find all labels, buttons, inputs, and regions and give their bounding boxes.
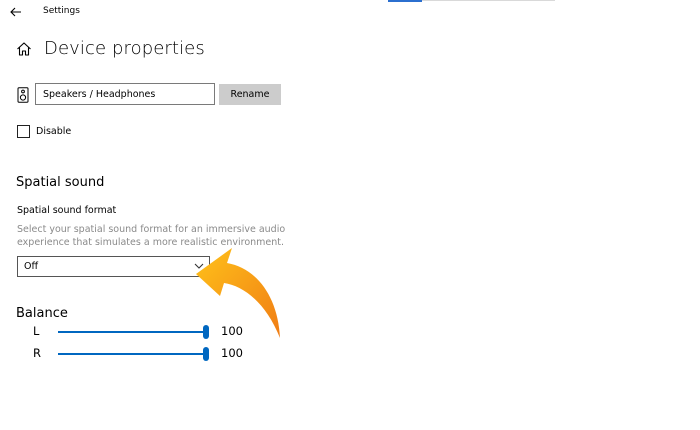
left-channel-label: L bbox=[33, 324, 40, 338]
back-arrow-icon bbox=[10, 7, 21, 17]
left-balance-slider-track[interactable] bbox=[58, 331, 206, 333]
left-channel-value: 100 bbox=[221, 324, 243, 338]
spatial-format-dropdown[interactable]: Off bbox=[17, 256, 210, 277]
rename-button[interactable]: Rename bbox=[219, 84, 281, 105]
disable-checkbox[interactable] bbox=[17, 125, 30, 138]
left-balance-slider-thumb[interactable] bbox=[203, 325, 209, 339]
speaker-icon bbox=[17, 87, 29, 103]
device-name-input[interactable] bbox=[35, 83, 215, 105]
balance-heading: Balance bbox=[16, 306, 68, 321]
disable-label: Disable bbox=[36, 126, 72, 137]
home-icon[interactable] bbox=[15, 40, 33, 58]
spatial-format-label: Spatial sound format bbox=[17, 205, 117, 216]
dropdown-selected-value: Off bbox=[24, 261, 39, 272]
back-button[interactable] bbox=[6, 2, 26, 22]
spatial-format-description: Select your spatial sound format for an … bbox=[17, 224, 286, 248]
right-balance-slider-thumb[interactable] bbox=[203, 347, 209, 361]
top-divider bbox=[422, 0, 555, 1]
page-title: Device properties bbox=[44, 38, 205, 59]
top-accent-bar bbox=[388, 0, 422, 2]
right-channel-label: R bbox=[33, 346, 41, 360]
window-title: Settings bbox=[43, 6, 80, 16]
right-channel-value: 100 bbox=[221, 346, 243, 360]
spatial-sound-heading: Spatial sound bbox=[16, 175, 105, 190]
right-balance-slider-track[interactable] bbox=[58, 353, 206, 355]
